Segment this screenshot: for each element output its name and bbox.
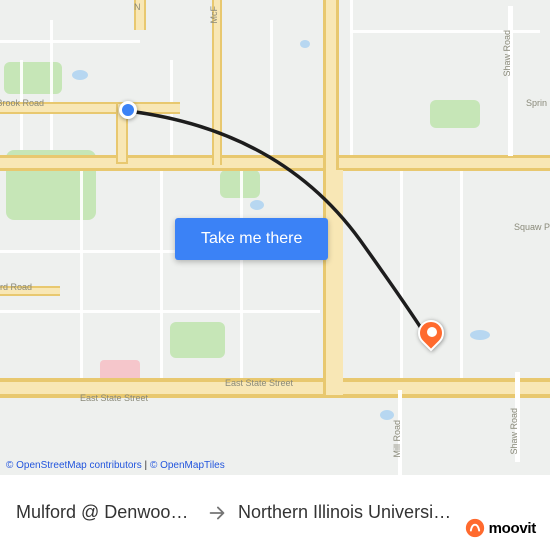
shaw-road [508,6,513,156]
lake [250,200,264,210]
park-area [4,62,62,94]
route-footer: Mulford @ Denwood-S… Northern Illinois U… [0,475,550,550]
minor-road [270,20,273,155]
minor-road [350,0,353,155]
road-label-shaw: Shaw Road [509,408,519,455]
lake [380,410,394,420]
road-label-sprin: Sprin [526,98,547,108]
minor-road [80,165,83,385]
minor-road [160,165,163,385]
origin-label: Mulford @ Denwood-S… [16,502,196,523]
road-label-east-state: East State Street [225,378,293,388]
arrow-right-icon [206,502,228,524]
road-label-spring-brook: Spring Brook Road [0,98,44,108]
road-label-squaw: Squaw Pra [514,222,550,232]
lake [300,40,310,48]
minor-road [50,20,53,150]
openmaptiles-link[interactable]: © OpenMapTiles [150,460,225,471]
road-label-east-state: East State Street [80,393,148,403]
moovit-wordmark: moovit [489,520,536,537]
road-label-mcf: McF [209,6,219,24]
road-label-shaw: Shaw Road [502,30,512,77]
park-area [170,322,225,358]
major-road [0,158,550,168]
minor-road [460,165,463,380]
map-attribution: © OpenStreetMap contributors | © OpenMap… [6,460,225,471]
take-me-there-button[interactable]: Take me there [175,218,328,260]
moovit-brand[interactable]: moovit [465,518,536,538]
lake [72,70,88,80]
pin-dot-icon [427,327,437,337]
minor-road [400,165,403,380]
major-road [214,0,220,165]
road-label-mulford: Mulford Road [0,282,32,292]
road-label-n: N [134,2,141,12]
major-road [333,170,343,395]
minor-road [240,165,243,385]
minor-road [0,40,140,43]
road-label-mill: Mill Road [392,420,402,458]
map-canvas[interactable]: Spring Brook Road Mulford Road East Stat… [0,0,550,475]
origin-marker[interactable] [119,101,137,119]
lake [470,330,490,340]
destination-marker[interactable] [418,320,446,348]
osm-link[interactable]: © OpenStreetMap contributors [6,460,142,471]
moovit-logo-icon [465,518,485,538]
park-area [430,100,480,128]
